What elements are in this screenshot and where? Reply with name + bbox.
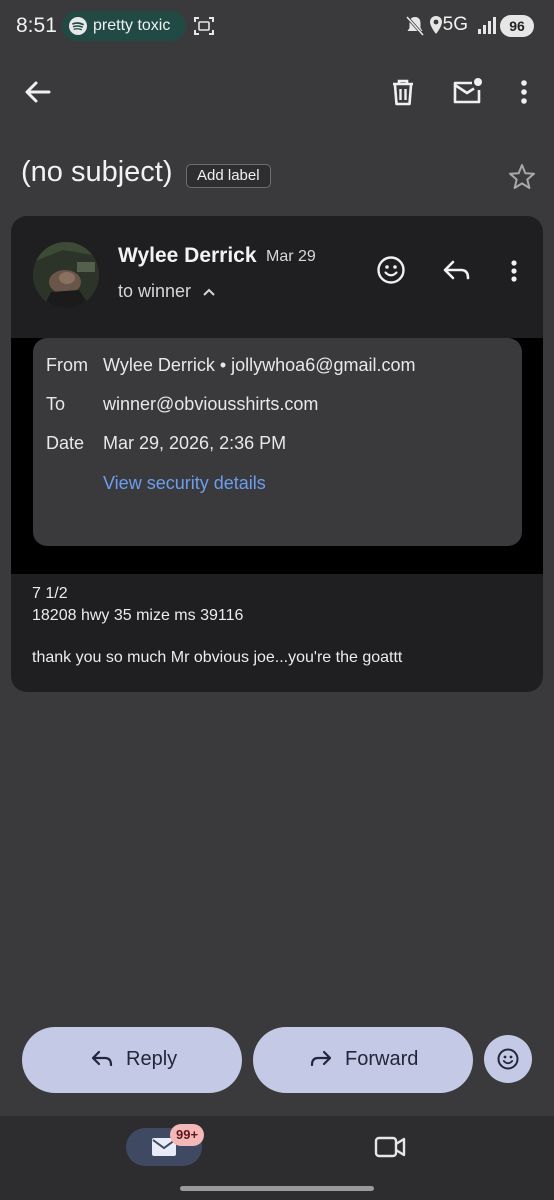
gesture-bar[interactable]: [180, 1186, 374, 1191]
message-date: Mar 29: [266, 248, 316, 265]
video-call-icon[interactable]: [374, 1134, 406, 1160]
battery-level: 96: [500, 15, 534, 37]
reply-icon[interactable]: [441, 256, 473, 286]
emoji-icon: [497, 1048, 519, 1070]
spotify-icon: [69, 17, 87, 35]
status-time: 8:51: [16, 14, 57, 37]
signal-icon: [478, 17, 496, 34]
message-card: Wylee Derrick Mar 29 to winner From Wyle…: [11, 216, 543, 692]
arrow-back-icon[interactable]: [20, 74, 56, 110]
message-more-icon[interactable]: [499, 256, 529, 286]
body-line: 18208 hwy 35 mize ms 39116: [32, 607, 244, 624]
status-bar: 8:51 pretty toxic 5G 96: [0, 0, 554, 52]
security-details-link[interactable]: View security details: [103, 473, 266, 494]
mute-icon: [405, 16, 425, 36]
mail-unread-icon[interactable]: [450, 74, 486, 110]
emoji-react-icon[interactable]: [375, 254, 407, 286]
location-icon: [430, 16, 442, 34]
to-value: winner@obviousshirts.com: [103, 394, 319, 414]
emoji-react-button[interactable]: [484, 1035, 532, 1083]
from-label: From: [46, 355, 88, 375]
star-icon[interactable]: [507, 162, 537, 192]
reply-icon: [91, 1050, 113, 1067]
reply-button[interactable]: Reply: [22, 1027, 242, 1093]
now-playing-chip[interactable]: pretty toxic: [62, 11, 186, 41]
sender-name: Wylee Derrick: [118, 244, 257, 267]
to-label: To: [46, 394, 66, 414]
date-label: Date: [46, 433, 85, 453]
forward-button[interactable]: Forward: [253, 1027, 473, 1093]
unread-badge: 99+: [170, 1124, 205, 1146]
add-label-chip[interactable]: Add label: [186, 164, 271, 188]
date-value: Mar 29, 2026, 2:36 PM: [103, 433, 287, 453]
forward-label: Forward: [345, 1048, 419, 1070]
body-line: thank you so much Mr obvious joe...you'r…: [32, 649, 403, 666]
avatar-photo: [33, 242, 99, 308]
reply-label: Reply: [126, 1048, 178, 1070]
body-line: 7 1/2: [32, 585, 68, 602]
message-details: From Wylee Derrick • jollywhoa6@gmail.co…: [33, 338, 522, 546]
trash-icon[interactable]: [385, 74, 421, 110]
forward-icon: [310, 1050, 332, 1067]
from-value: Wylee Derrick • jollywhoa6@gmail.com: [103, 355, 416, 375]
more-vert-icon[interactable]: [506, 74, 542, 110]
now-playing-title: pretty toxic: [93, 17, 171, 34]
recipient-summary[interactable]: to winner: [118, 281, 216, 302]
email-subject: (no subject): [21, 156, 173, 188]
recipient-summary-text: to winner: [118, 281, 192, 301]
network-type: 5G: [442, 14, 468, 35]
screenshot-icon: [194, 17, 214, 35]
chevron-up-icon: [203, 288, 215, 296]
avatar[interactable]: [33, 242, 99, 308]
